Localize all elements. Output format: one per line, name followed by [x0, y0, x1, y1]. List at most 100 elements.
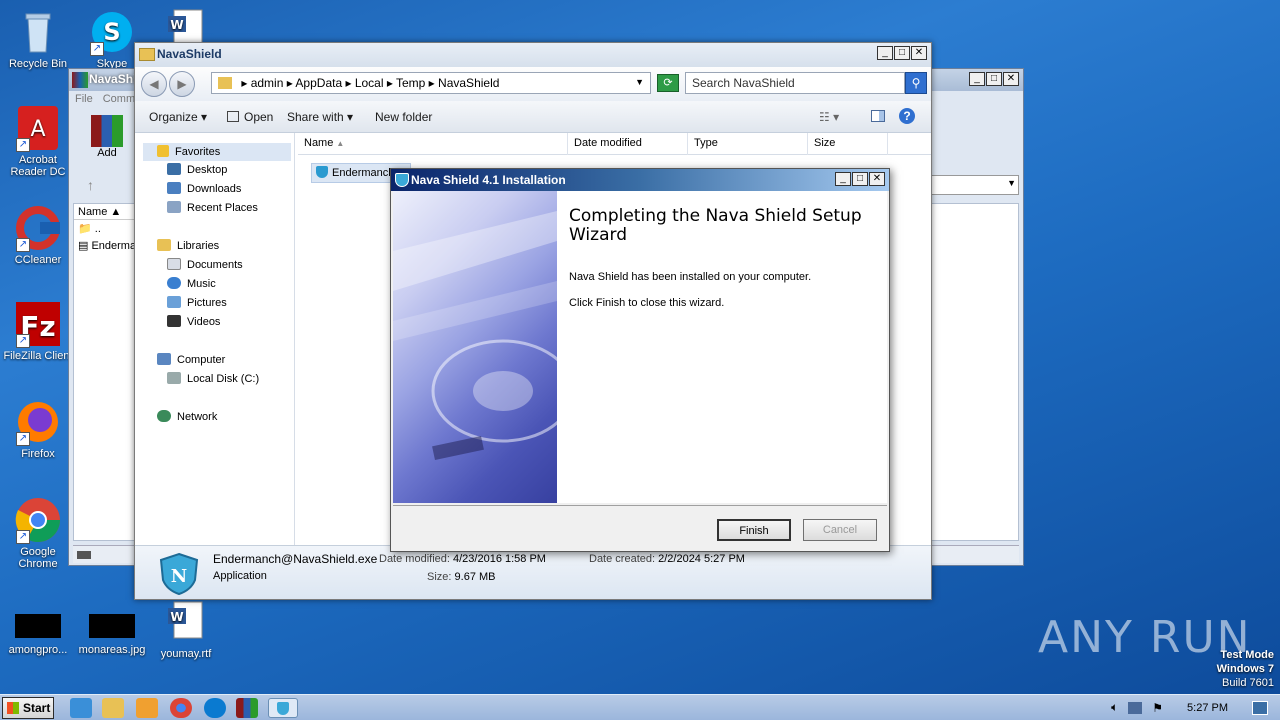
refresh-button[interactable]: ⟳ [657, 74, 679, 92]
desktop-icon-recycle-bin[interactable]: Recycle Bin [0, 8, 76, 70]
desktop-icon-firefox[interactable]: ↗ Firefox [0, 398, 76, 460]
internet-explorer-icon[interactable] [70, 698, 92, 718]
start-button[interactable]: Start [2, 697, 54, 719]
details-date-created: Date created: 2/2/2024 5:27 PM [589, 553, 745, 565]
edge-icon[interactable] [204, 698, 226, 718]
close-button[interactable]: ✕ [1003, 72, 1019, 86]
menu-commands[interactable]: Comm [103, 93, 135, 105]
close-button[interactable]: ✕ [911, 46, 927, 60]
breadcrumb: ▸ admin ▸ AppData ▸ Local ▸ Temp ▸ NavaS… [241, 76, 500, 90]
app-shield-icon: N [157, 552, 201, 599]
installer-title: Nava Shield 4.1 Installation [411, 173, 566, 187]
winrar-taskbar-icon[interactable] [236, 698, 258, 718]
minimize-button[interactable]: _ [969, 72, 985, 86]
cancel-button: Cancel [803, 519, 877, 541]
forward-button[interactable]: ▶ [169, 71, 195, 97]
recycle-bin-icon [14, 8, 62, 56]
test-mode-line: Build 7601 [1222, 677, 1274, 689]
installer-dialog[interactable]: Nava Shield 4.1 Installation _ □ ✕ Complet… [390, 168, 890, 552]
media-player-icon[interactable] [136, 698, 158, 718]
maximize-button[interactable]: □ [986, 72, 1002, 86]
search-icon[interactable]: ⚲ [905, 72, 927, 94]
address-bar[interactable]: ▸ admin ▸ AppData ▸ Local ▸ Temp ▸ NavaS… [211, 72, 651, 94]
wizard-text-finish: Click Finish to close this wizard. [569, 297, 725, 309]
nav-network[interactable]: Network [157, 410, 217, 423]
breadcrumb-item[interactable]: Temp [396, 76, 425, 90]
word-document-icon: W [162, 598, 210, 646]
share-with-button[interactable]: Share with ▾ [287, 110, 353, 124]
help-icon[interactable]: ? [899, 108, 915, 124]
nav-videos[interactable]: Videos [167, 315, 220, 328]
view-options-icon[interactable]: ☷ ▾ [819, 110, 839, 124]
desktop-icon-label: Acrobat Reader DC [10, 154, 66, 178]
maximize-button[interactable]: □ [852, 172, 868, 186]
nav-libraries[interactable]: Libraries [157, 239, 219, 252]
nav-favorites[interactable]: Favorites [143, 143, 291, 161]
nav-recent-places[interactable]: Recent Places [167, 201, 258, 214]
column-size[interactable]: Size [808, 133, 888, 155]
installer-title-bar[interactable]: Nava Shield 4.1 Installation [391, 169, 889, 191]
nav-documents[interactable]: Documents [167, 258, 243, 271]
nav-computer[interactable]: Computer [157, 353, 225, 366]
clock[interactable]: 5:27 PM [1187, 702, 1228, 714]
desktop-icon-label: youmay.rtf [160, 648, 212, 660]
desktop-icon-amongpro[interactable]: amongpro... [0, 614, 76, 656]
back-button[interactable]: ◀ [141, 71, 167, 97]
winrar-menubar: File Comm [75, 93, 135, 105]
file-explorer-icon[interactable] [102, 698, 124, 718]
organize-button[interactable]: Organize ▾ [149, 110, 207, 124]
explorer-title-bar[interactable]: NavaShield [135, 43, 931, 67]
chevron-down-icon[interactable]: ▼ [635, 77, 644, 87]
desktop-icon-label: amongpro... [8, 644, 68, 656]
minimize-button[interactable]: _ [877, 46, 893, 60]
desktop-icon-acrobat[interactable]: A ↗ Acrobat Reader DC [0, 104, 76, 178]
close-button[interactable]: ✕ [869, 172, 885, 186]
desktop-icon [167, 163, 181, 175]
minimize-button[interactable]: _ [835, 172, 851, 186]
nav-local-disk[interactable]: Local Disk (C:) [167, 372, 259, 385]
test-mode-line: Test Mode [1220, 649, 1274, 661]
column-name[interactable]: Name ▲ [74, 204, 134, 220]
chrome-icon: ↗ [14, 496, 62, 544]
breadcrumb-item[interactable]: NavaShield [438, 76, 499, 90]
installer-caption-buttons: _ □ ✕ [835, 172, 885, 186]
recent-places-icon [167, 201, 181, 213]
preview-pane-icon[interactable] [871, 110, 885, 125]
breadcrumb-item[interactable]: AppData [295, 76, 342, 90]
new-folder-button[interactable]: New folder [375, 110, 432, 124]
show-desktop-icon[interactable] [1252, 700, 1268, 715]
column-name[interactable]: Name ▲ [298, 133, 568, 155]
network-tray-icon[interactable] [1128, 701, 1143, 714]
menu-file[interactable]: File [75, 93, 93, 105]
desktop-icon-filezilla[interactable]: Fz ↗ FileZilla Client [0, 300, 76, 362]
wizard-side-image [393, 191, 557, 503]
column-date-modified[interactable]: Date modified [568, 133, 688, 155]
desktop-icon-label: Recycle Bin [8, 58, 68, 70]
desktop-icon-chrome[interactable]: ↗ Google Chrome [0, 496, 76, 570]
breadcrumb-item[interactable]: Local [355, 76, 384, 90]
desktop-icon-ccleaner[interactable]: ↗ CCleaner [0, 204, 76, 266]
nav-downloads[interactable]: Downloads [167, 182, 241, 195]
winrar-add-button[interactable]: Add [87, 115, 127, 159]
open-button[interactable]: Open [227, 110, 273, 124]
winrar-up-icon[interactable]: ↑ [87, 177, 94, 193]
chrome-taskbar-icon[interactable] [170, 698, 192, 718]
desktop-icon-monareas[interactable]: monareas.jpg [74, 614, 150, 656]
desktop-icon-youmay[interactable]: W youmay.rtf [148, 598, 224, 660]
music-icon [167, 277, 181, 289]
address-row: ◀ ▶ ▸ admin ▸ AppData ▸ Local ▸ Temp ▸ N… [135, 67, 931, 101]
maximize-button[interactable]: □ [894, 46, 910, 60]
nav-desktop[interactable]: Desktop [167, 163, 227, 176]
volume-icon[interactable]: 🔈︎ [1111, 700, 1118, 715]
nava-shield-taskbar-button[interactable] [268, 698, 298, 718]
search-input[interactable]: Search NavaShield [685, 72, 905, 94]
nav-music[interactable]: Music [167, 277, 216, 290]
nav-pictures[interactable]: Pictures [167, 296, 227, 309]
nava-shield-icon [277, 702, 289, 715]
details-date-modified: Date modified: 4/23/2016 1:58 PM [379, 553, 546, 565]
flag-icon[interactable]: ⚑ [1152, 701, 1163, 715]
winrar-address-dropdown[interactable]: ▼ [929, 175, 1019, 195]
finish-button[interactable]: Finish [717, 519, 791, 541]
column-type[interactable]: Type [688, 133, 808, 155]
breadcrumb-item[interactable]: admin [251, 76, 284, 90]
